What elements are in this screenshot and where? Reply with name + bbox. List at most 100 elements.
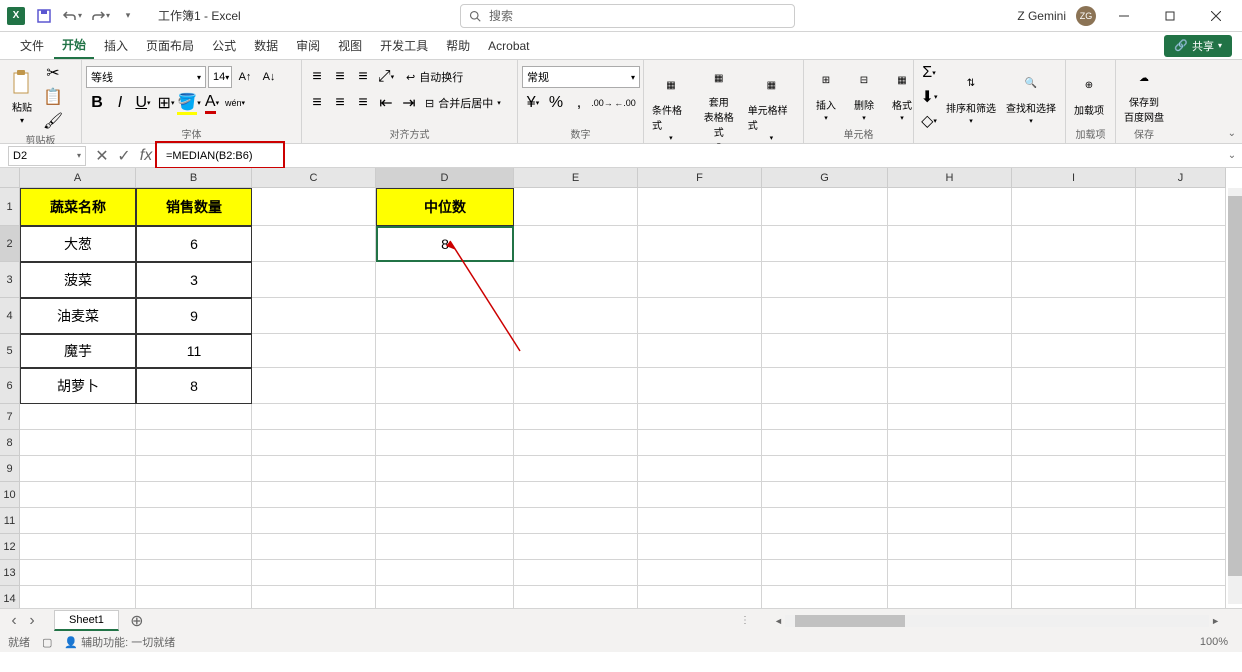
cell-I8[interactable] bbox=[1012, 430, 1136, 456]
cell-C13[interactable] bbox=[252, 560, 376, 586]
cell-I6[interactable] bbox=[1012, 368, 1136, 404]
cell-E12[interactable] bbox=[514, 534, 638, 560]
cut-icon[interactable]: ✂ bbox=[42, 62, 64, 84]
cell-E1[interactable] bbox=[514, 188, 638, 226]
cell-A14[interactable] bbox=[20, 586, 136, 608]
cell-H4[interactable] bbox=[888, 298, 1012, 334]
sort-filter-button[interactable]: ⇅排序和筛选▾ bbox=[942, 68, 1000, 127]
cell-H12[interactable] bbox=[888, 534, 1012, 560]
row-header-3[interactable]: 3 bbox=[0, 262, 20, 298]
minimize-button[interactable] bbox=[1106, 2, 1142, 30]
find-select-button[interactable]: 🔍查找和选择▾ bbox=[1002, 68, 1060, 127]
phonetic-icon[interactable]: wén▾ bbox=[224, 92, 246, 114]
cell-F10[interactable] bbox=[638, 482, 762, 508]
cell-C11[interactable] bbox=[252, 508, 376, 534]
shrink-font-icon[interactable]: A↓ bbox=[258, 66, 280, 88]
align-middle-icon[interactable]: ≡ bbox=[329, 66, 351, 88]
cell-I11[interactable] bbox=[1012, 508, 1136, 534]
cell-D8[interactable] bbox=[376, 430, 514, 456]
cell-I10[interactable] bbox=[1012, 482, 1136, 508]
row-header-1[interactable]: 1 bbox=[0, 188, 20, 226]
decrease-decimal-icon[interactable]: ←.00 bbox=[614, 92, 636, 114]
cell-J3[interactable] bbox=[1136, 262, 1226, 298]
row-header-6[interactable]: 6 bbox=[0, 368, 20, 404]
qat-customize-icon[interactable]: ▾ bbox=[116, 4, 140, 28]
merge-center-button[interactable]: ⊟ 合并后居中▾ bbox=[425, 95, 501, 111]
cell-G10[interactable] bbox=[762, 482, 888, 508]
align-center-icon[interactable]: ≡ bbox=[329, 92, 351, 114]
currency-icon[interactable]: ¥▾ bbox=[522, 92, 544, 114]
col-header-E[interactable]: E bbox=[514, 168, 638, 188]
enter-formula-icon[interactable]: ✓ bbox=[114, 146, 134, 166]
row-header-7[interactable]: 7 bbox=[0, 404, 20, 430]
cell-B1[interactable]: 销售数量 bbox=[136, 188, 252, 226]
cell-E9[interactable] bbox=[514, 456, 638, 482]
cell-F13[interactable] bbox=[638, 560, 762, 586]
menu-insert[interactable]: 插入 bbox=[96, 33, 136, 58]
cell-E2[interactable] bbox=[514, 226, 638, 262]
cell-B5[interactable]: 11 bbox=[136, 334, 252, 368]
cell-A10[interactable] bbox=[20, 482, 136, 508]
menu-file[interactable]: 文件 bbox=[12, 33, 52, 58]
cell-D9[interactable] bbox=[376, 456, 514, 482]
menu-review[interactable]: 审阅 bbox=[288, 33, 328, 58]
baidu-save-button[interactable]: ☁保存到 百度网盘 bbox=[1120, 62, 1168, 126]
vertical-scroll-thumb[interactable] bbox=[1228, 196, 1242, 576]
cell-J6[interactable] bbox=[1136, 368, 1226, 404]
table-format-button[interactable]: ▦套用 表格格式▾ bbox=[696, 62, 742, 151]
cell-J7[interactable] bbox=[1136, 404, 1226, 430]
cell-J2[interactable] bbox=[1136, 226, 1226, 262]
menu-developer[interactable]: 开发工具 bbox=[372, 33, 436, 58]
row-header-12[interactable]: 12 bbox=[0, 534, 20, 560]
cell-H2[interactable] bbox=[888, 226, 1012, 262]
cell-I4[interactable] bbox=[1012, 298, 1136, 334]
cell-F9[interactable] bbox=[638, 456, 762, 482]
cell-F3[interactable] bbox=[638, 262, 762, 298]
cell-D10[interactable] bbox=[376, 482, 514, 508]
cell-B2[interactable]: 6 bbox=[136, 226, 252, 262]
sheet-prev-icon[interactable]: ‹ bbox=[6, 613, 22, 629]
bold-icon[interactable]: B bbox=[86, 92, 108, 114]
cell-G3[interactable] bbox=[762, 262, 888, 298]
cell-B3[interactable]: 3 bbox=[136, 262, 252, 298]
redo-icon[interactable]: ▾ bbox=[88, 4, 112, 28]
cell-J4[interactable] bbox=[1136, 298, 1226, 334]
insert-cells-button[interactable]: ⊞插入▾ bbox=[808, 65, 844, 124]
sheet-tab-sheet1[interactable]: Sheet1 bbox=[54, 610, 119, 631]
cell-D1[interactable]: 中位数 bbox=[376, 188, 514, 226]
formula-input[interactable]: =MEDIAN(B2:B6) bbox=[160, 146, 1222, 166]
cell-G6[interactable] bbox=[762, 368, 888, 404]
cell-D11[interactable] bbox=[376, 508, 514, 534]
cell-E5[interactable] bbox=[514, 334, 638, 368]
paste-button[interactable]: 粘贴▾ bbox=[4, 67, 40, 127]
cell-E10[interactable] bbox=[514, 482, 638, 508]
cell-F11[interactable] bbox=[638, 508, 762, 534]
cell-I12[interactable] bbox=[1012, 534, 1136, 560]
insert-function-icon[interactable]: fx bbox=[136, 146, 156, 166]
align-top-icon[interactable]: ≡ bbox=[306, 66, 328, 88]
cell-J9[interactable] bbox=[1136, 456, 1226, 482]
addins-button[interactable]: ⊕加载项 bbox=[1070, 70, 1108, 119]
cell-G13[interactable] bbox=[762, 560, 888, 586]
cell-A4[interactable]: 油麦菜 bbox=[20, 298, 136, 334]
row-header-9[interactable]: 9 bbox=[0, 456, 20, 482]
cell-C2[interactable] bbox=[252, 226, 376, 262]
cell-H11[interactable] bbox=[888, 508, 1012, 534]
search-box[interactable]: 搜索 bbox=[460, 4, 795, 28]
menu-help[interactable]: 帮助 bbox=[438, 33, 478, 58]
cell-H3[interactable] bbox=[888, 262, 1012, 298]
save-icon[interactable] bbox=[32, 4, 56, 28]
cell-F12[interactable] bbox=[638, 534, 762, 560]
underline-icon[interactable]: U▾ bbox=[132, 92, 154, 114]
cell-J11[interactable] bbox=[1136, 508, 1226, 534]
menu-acrobat[interactable]: Acrobat bbox=[480, 35, 537, 57]
user-avatar[interactable]: ZG bbox=[1076, 6, 1096, 26]
cell-B7[interactable] bbox=[136, 404, 252, 430]
cell-D3[interactable] bbox=[376, 262, 514, 298]
cell-A8[interactable] bbox=[20, 430, 136, 456]
comma-icon[interactable]: , bbox=[568, 92, 590, 114]
cell-E11[interactable] bbox=[514, 508, 638, 534]
cell-D12[interactable] bbox=[376, 534, 514, 560]
align-left-icon[interactable]: ≡ bbox=[306, 92, 328, 114]
cell-A9[interactable] bbox=[20, 456, 136, 482]
